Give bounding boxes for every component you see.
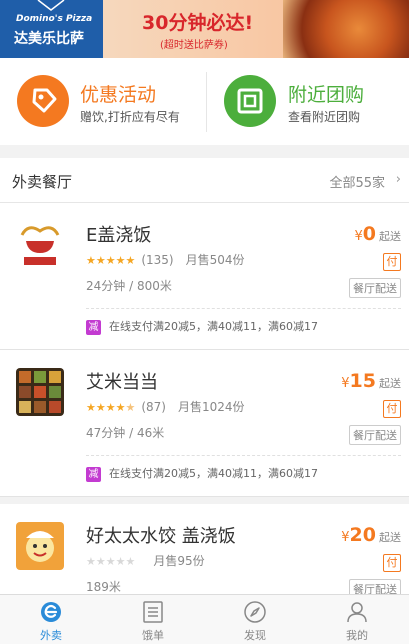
tag-icon [17, 75, 69, 127]
online-pay-badge: 付 [383, 253, 401, 271]
banner-headline: 30分钟必达! [142, 12, 254, 34]
banner-subline: (超时送比萨券) [160, 40, 228, 51]
restaurant-card[interactable]: 好太太水饺 盖浇饭 ★★★★★ 月售95份 189米 ¥20 起送 付 餐厅配送 [0, 504, 409, 599]
min-order: ¥0 起送 [354, 223, 401, 245]
restaurant-logo [16, 221, 64, 269]
review-count: (87) [141, 400, 166, 414]
carousel-dots[interactable] [384, 48, 400, 58]
view-all-link[interactable]: 全部55家 [329, 172, 385, 191]
promo-panel: 优惠活动 赠饮,打折应有尽有 附近团购 查看附近团购 [0, 58, 409, 145]
group-buy-icon [224, 75, 276, 127]
tab-orders[interactable]: 饿单 [102, 595, 204, 644]
min-price: 0 [362, 223, 376, 245]
section-title: 外卖餐厅 [12, 173, 73, 191]
time-distance: 24分钟 / 800米 [86, 279, 172, 293]
rating-row: ★★★★★ 月售95份 [86, 552, 205, 569]
discount-text: 在线支付满20减5，满40减11，满60减17 [109, 320, 318, 333]
tab-takeout[interactable]: 外卖 [0, 595, 102, 644]
tab-profile[interactable]: 我的 [306, 595, 408, 644]
compass-icon [244, 601, 266, 623]
review-count: (135) [141, 253, 174, 267]
bottom-tab-bar: 外卖 饿单 发现 我的 [0, 594, 409, 644]
rating-stars: ★★★★★ [86, 555, 136, 568]
promo-title: 附近团购 [288, 84, 365, 106]
discount-line: 减在线支付满20减5，满40减11，满60减17 [86, 465, 318, 482]
promo-group-buy[interactable]: 附近团购 查看附近团购 [207, 58, 409, 145]
time-distance: 47分钟 / 46米 [86, 426, 165, 440]
tab-discover[interactable]: 发现 [204, 595, 306, 644]
min-order: ¥20 起送 [341, 524, 401, 546]
currency: ¥ [354, 229, 363, 244]
delivery-badge: 餐厅配送 [349, 278, 401, 298]
discount-line: 减在线支付满20减5，满40减11，满60减17 [86, 318, 318, 335]
min-price: 15 [349, 370, 376, 392]
restaurant-name: E盖浇饭 [86, 225, 152, 246]
min-order: ¥15 起送 [341, 370, 401, 392]
dominos-logo: Domino's Pizza 达美乐比萨 [0, 0, 103, 58]
order-list-icon [143, 601, 163, 623]
restaurant-logo [16, 522, 64, 570]
online-pay-badge: 付 [383, 400, 401, 418]
brand-cn: 达美乐比萨 [14, 31, 84, 47]
promo-discounts[interactable]: 优惠活动 赠饮,打折应有尽有 [0, 58, 206, 145]
promo-desc: 赠饮,打折应有尽有 [80, 110, 180, 124]
min-price: 20 [349, 524, 376, 546]
promo-title: 优惠活动 [80, 84, 157, 106]
currency: ¥ [341, 530, 350, 545]
brand-en: Domino's Pizza [16, 14, 93, 24]
tab-label: 发现 [244, 629, 266, 642]
delivery-badge: 餐厅配送 [349, 425, 401, 445]
divider [86, 455, 401, 456]
discount-text: 在线支付满20减5，满40减11，满60减17 [109, 467, 318, 480]
rating-row: ★★★★★ (87) 月售1024份 [86, 398, 245, 415]
monthly-sales: 月售1024份 [177, 400, 245, 414]
currency: ¥ [341, 376, 350, 391]
rating-stars: ★★★★★ [86, 401, 136, 414]
restaurant-section-header: 外卖餐厅 全部55家 › [0, 158, 409, 203]
restaurant-name: 好太太水饺 盖浇饭 [86, 526, 236, 547]
promo-desc: 查看附近团购 [288, 110, 361, 124]
promo-banner[interactable]: Domino's Pizza 达美乐比萨 30分钟必达! (超时送比萨券) [0, 0, 409, 58]
discount-badge: 减 [86, 319, 101, 335]
monthly-sales: 月售95份 [153, 554, 205, 568]
tab-label: 外卖 [40, 629, 62, 642]
restaurant-logo [16, 368, 64, 416]
monthly-sales: 月售504份 [185, 253, 245, 267]
takeout-e-icon [41, 602, 61, 622]
discount-badge: 减 [86, 466, 101, 482]
tab-label: 饿单 [142, 629, 164, 642]
online-pay-badge: 付 [383, 554, 401, 572]
restaurant-card[interactable]: E盖浇饭 ★★★★★ (135) 月售504份 24分钟 / 800米 ¥0 起送 付… [0, 203, 409, 350]
tab-label: 我的 [346, 629, 368, 642]
min-label: 起送 [379, 230, 401, 243]
min-label: 起送 [379, 377, 401, 390]
chevron-right-icon[interactable]: › [396, 172, 401, 187]
rating-stars: ★★★★★ [86, 254, 136, 267]
min-label: 起送 [379, 531, 401, 544]
restaurant-card[interactable]: 艾米当当 ★★★★★ (87) 月售1024份 47分钟 / 46米 ¥15 起送 付… [0, 350, 409, 497]
time-distance: 189米 [86, 580, 121, 594]
restaurant-name: 艾米当当 [86, 372, 158, 393]
divider [86, 308, 401, 309]
dominos-chevron-icon [37, 0, 65, 11]
user-icon [347, 602, 367, 623]
rating-row: ★★★★★ (135) 月售504份 [86, 251, 245, 268]
